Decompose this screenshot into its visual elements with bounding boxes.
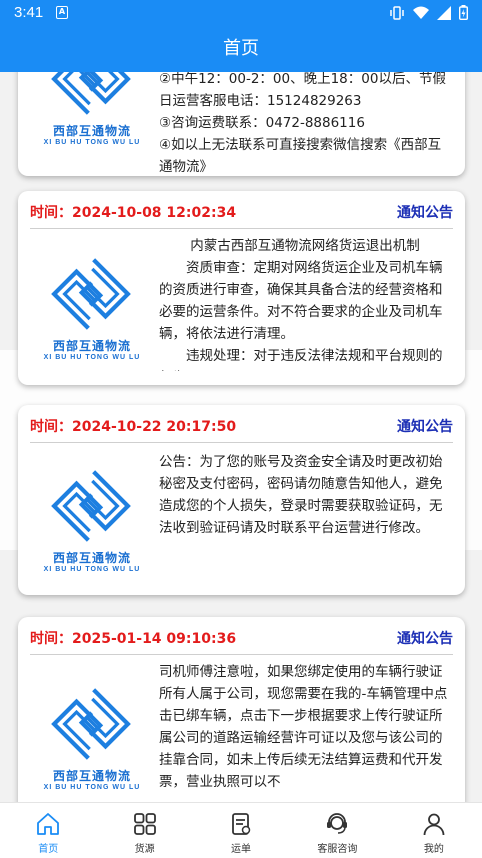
waybill-icon	[232, 813, 251, 835]
vibrate-icon	[390, 5, 404, 20]
company-logo: 西部互通物流 XI BU HU TONG WU LU	[42, 72, 142, 150]
tab-label: 客服咨询	[317, 844, 358, 855]
person-icon	[423, 813, 445, 836]
company-logo-name: 西部互通物流	[52, 339, 131, 353]
status-bar: 3:41 A	[0, 0, 482, 26]
notice-header: 时间：2024-10-08 12:02:34 通知公告	[30, 191, 453, 229]
notice-paragraph: 资质审查：定期对网络货运企业及司机车辆的资质进行审查，确保其具备合法的经营资格和…	[159, 260, 443, 342]
company-logo-icon	[51, 258, 131, 330]
notice-paragraph: 违规处理：对于违反法律法规和平台规则的行为	[159, 348, 443, 371]
notice-paragraph: ④如以上无法联系可直接搜索微信搜索《西部互通物流》	[159, 137, 442, 175]
notice-body: 内蒙古西部互通物流网络货运退出机制 资质审查：定期对网络货运企业及司机车辆的资质…	[159, 235, 451, 371]
notice-body: ②中午12：00-2：00、晚上18：00以后、节假日运营客服电话：151248…	[159, 72, 451, 176]
status-time: 3:41	[14, 4, 44, 21]
notice-paragraph: ②中午12：00-2：00、晚上18：00以后、节假日运营客服电话：151248…	[159, 72, 446, 109]
notice-tag: 通知公告	[397, 205, 453, 221]
signal-icon	[437, 5, 451, 20]
company-logo: 西部互通物流 XI BU HU TONG WU LU	[42, 683, 142, 795]
notice-card[interactable]: 时间：2024-10-22 20:17:50 通知公告 西部互通物流 XI BU…	[18, 405, 465, 595]
notice-header: 时间：2024-10-22 20:17:50 通知公告	[30, 405, 453, 443]
tab-home[interactable]: 首页	[0, 803, 96, 858]
tab-label: 运单	[231, 844, 252, 855]
company-logo-pinyin: XI BU HU TONG WU LU	[43, 354, 141, 361]
company-logo-pinyin: XI BU HU TONG WU LU	[43, 784, 141, 791]
tab-label: 我的	[423, 844, 444, 855]
notice-card[interactable]: 时间：2025-01-14 09:10:36 通知公告 西部互通物流 XI BU…	[18, 617, 465, 802]
notice-paragraph: 司机师傅注意啦，如果您绑定使用的车辆行驶证所有人属于公司，现您需要在我的-车辆管…	[159, 664, 448, 790]
notice-list[interactable]: 西部互通物流 XI BU HU TONG WU LU ②中午12：00-2：00…	[0, 72, 482, 802]
notice-time: 时间：2025-01-14 09:10:36	[30, 631, 237, 647]
notice-body: 司机师傅注意啦，如果您绑定使用的车辆行驶证所有人属于公司，现您需要在我的-车辆管…	[159, 661, 451, 801]
tab-cargo[interactable]: 货源	[96, 803, 192, 858]
notice-paragraph: ③咨询运费联系：0472-8886116	[159, 115, 365, 131]
page-title: 首页	[223, 38, 259, 59]
app-bar: 首页	[0, 26, 482, 72]
notice-paragraph: 公告：为了您的账号及资金安全请及时更改初始秘密及支付密码，密码请勿随意告知他人，…	[159, 454, 443, 536]
company-logo-icon	[51, 470, 131, 542]
battery-icon	[459, 5, 468, 20]
tab-label: 首页	[38, 844, 59, 855]
company-logo-pinyin: XI BU HU TONG WU LU	[43, 139, 141, 146]
tab-customer-service[interactable]: 客服咨询	[289, 803, 385, 858]
company-logo-icon	[51, 688, 131, 760]
notice-tag: 通知公告	[397, 419, 453, 435]
bottom-tab-bar: 首页 货源 运单 客服咨询 我的	[0, 802, 482, 858]
notice-body: 公告：为了您的账号及资金安全请及时更改初始秘密及支付密码，密码请勿随意告知他人，…	[159, 451, 451, 583]
sim-notification-icon: A	[56, 6, 68, 19]
tab-waybill[interactable]: 运单	[193, 803, 289, 858]
notice-card[interactable]: 西部互通物流 XI BU HU TONG WU LU ②中午12：00-2：00…	[18, 72, 465, 176]
headset-icon	[327, 813, 348, 834]
grid-icon	[133, 813, 156, 835]
notice-time: 时间：2024-10-22 20:17:50	[30, 419, 237, 435]
notice-tag: 通知公告	[397, 631, 453, 647]
company-logo-icon	[51, 72, 131, 115]
company-logo-name: 西部互通物流	[52, 769, 131, 783]
tab-mine[interactable]: 我的	[386, 803, 482, 858]
notice-time: 时间：2024-10-08 12:02:34	[30, 205, 237, 221]
notice-header: 时间：2025-01-14 09:10:36 通知公告	[30, 617, 453, 655]
home-icon	[37, 813, 60, 835]
company-logo-name: 西部互通物流	[52, 124, 131, 138]
company-logo-pinyin: XI BU HU TONG WU LU	[43, 566, 141, 573]
wifi-icon	[413, 6, 429, 19]
notice-card[interactable]: 时间：2024-10-08 12:02:34 通知公告 西部互通物流 XI BU…	[18, 191, 465, 385]
company-logo: 西部互通物流 XI BU HU TONG WU LU	[42, 253, 142, 365]
company-logo-name: 西部互通物流	[52, 551, 131, 565]
tab-label: 货源	[134, 844, 155, 855]
notice-title: 内蒙古西部互通物流网络货运退出机制	[190, 238, 420, 254]
company-logo: 西部互通物流 XI BU HU TONG WU LU	[42, 465, 142, 577]
